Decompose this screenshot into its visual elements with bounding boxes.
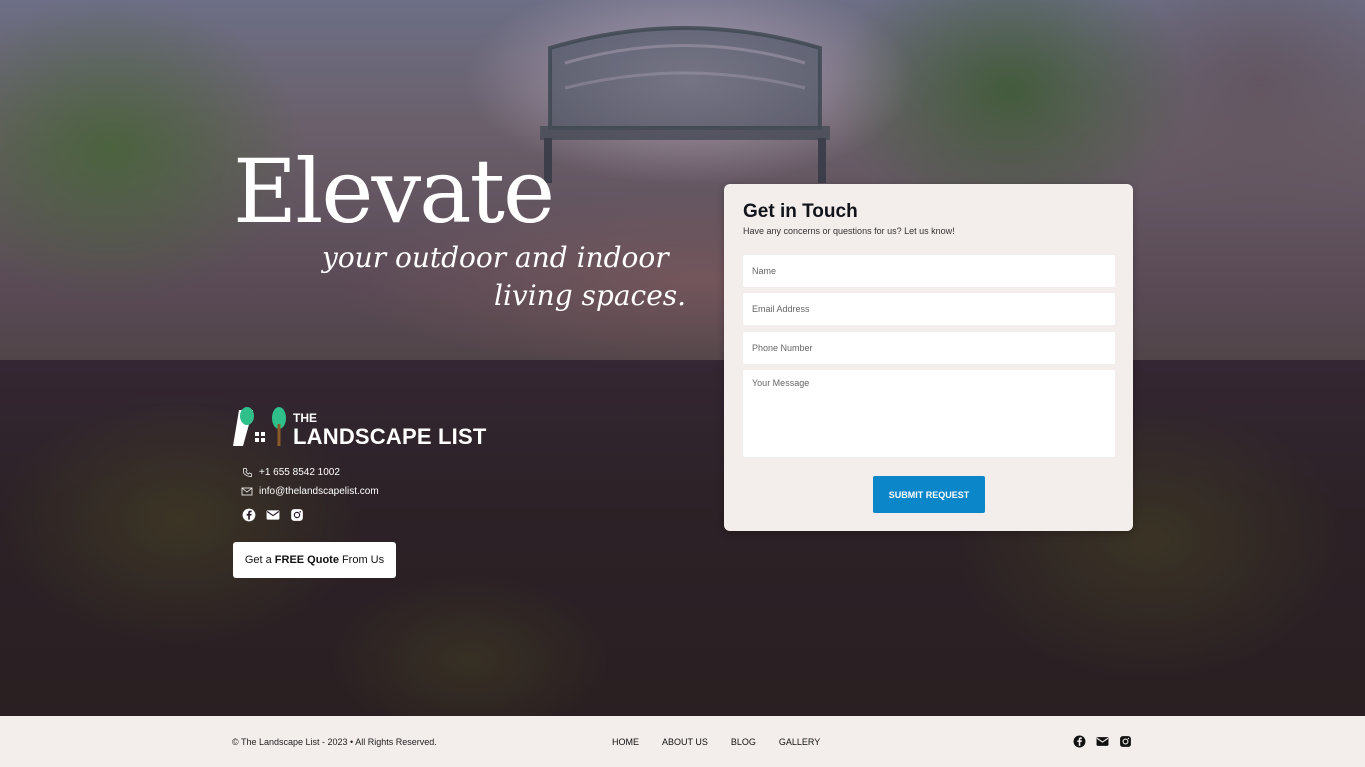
envelope-icon: [241, 487, 253, 496]
nav-home-link[interactable]: HOME: [612, 737, 639, 747]
email-input[interactable]: [743, 293, 1115, 325]
name-input[interactable]: [743, 255, 1115, 287]
quote-suffix: From Us: [341, 554, 385, 566]
logo-small-text: THE: [293, 411, 317, 425]
submit-request-button[interactable]: SUBMIT REQUEST: [873, 476, 985, 513]
footer-nav: HOME ABOUT US BLOG GALLERY: [612, 737, 820, 747]
facebook-icon[interactable]: [1073, 735, 1086, 748]
copyright-text: © The Landscape List - 2023 • All Rights…: [232, 737, 437, 747]
brand-logo[interactable]: THE LANDSCAPE LIST: [233, 406, 486, 448]
quote-prefix: Get a: [244, 554, 272, 566]
nav-gallery-link[interactable]: GALLERY: [779, 737, 820, 747]
facebook-icon[interactable]: [242, 508, 256, 522]
message-textarea[interactable]: [743, 370, 1115, 457]
site-footer: © The Landscape List - 2023 • All Rights…: [0, 716, 1365, 767]
email-address: info@thelandscapelist.com: [259, 486, 379, 497]
mail-icon[interactable]: [1096, 735, 1109, 748]
mail-icon[interactable]: [266, 508, 280, 522]
form-subtitle: Have any concerns or questions for us? L…: [743, 226, 955, 236]
email-contact[interactable]: info@thelandscapelist.com: [241, 486, 379, 497]
nav-about-link[interactable]: ABOUT US: [662, 737, 708, 747]
instagram-icon[interactable]: [290, 508, 304, 522]
nav-blog-link[interactable]: BLOG: [731, 737, 756, 747]
contact-form-card: Get in Touch Have any concerns or questi…: [724, 184, 1133, 531]
phone-number: +1 655 8542 1002: [259, 467, 340, 478]
hero-subline-2: living spaces.: [494, 279, 687, 312]
dark-overlay-band: [0, 360, 1365, 716]
brand-social-links: [242, 508, 304, 522]
phone-input[interactable]: [743, 332, 1115, 364]
quote-bold: FREE Quote: [274, 554, 339, 566]
logo-wordmark: THE LANDSCAPE LIST: [293, 412, 486, 448]
footer-social-links: [1073, 735, 1132, 748]
hero-background: [0, 0, 1365, 716]
phone-contact[interactable]: +1 655 8542 1002: [242, 467, 340, 478]
form-title: Get in Touch: [743, 201, 858, 222]
hero-headline: Elevate: [233, 140, 555, 243]
logo-name-text: LANDSCAPE LIST: [293, 424, 487, 449]
free-quote-button[interactable]: Get a FREE Quote From Us: [233, 542, 396, 578]
instagram-icon[interactable]: [1119, 735, 1132, 748]
hero-subline-1: your outdoor and indoor: [322, 241, 669, 274]
logo-mark-icon: [233, 407, 286, 446]
bench-illustration: [540, 26, 830, 183]
phone-icon: [243, 468, 252, 477]
